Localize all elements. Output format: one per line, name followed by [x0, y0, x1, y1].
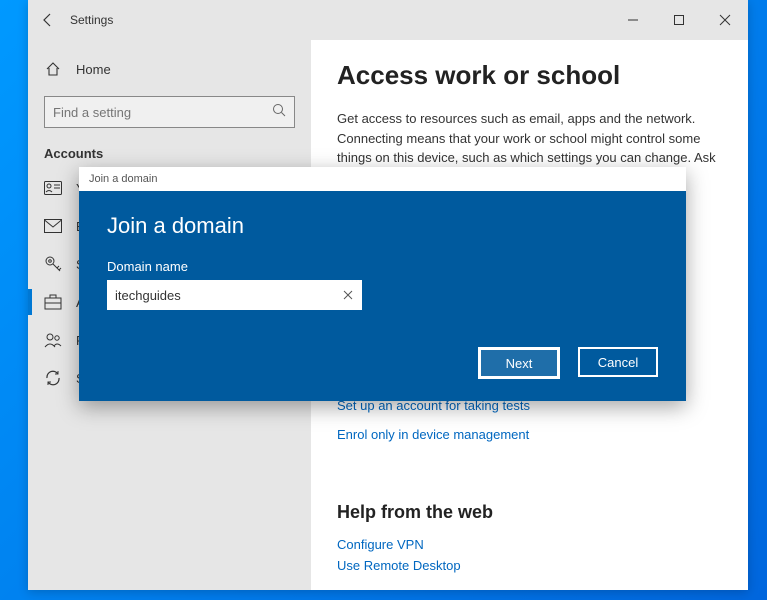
- domain-name-label: Domain name: [107, 259, 658, 274]
- search-input[interactable]: [53, 105, 272, 120]
- domain-name-input[interactable]: [115, 288, 340, 303]
- maximize-button[interactable]: [656, 0, 702, 40]
- dialog-button-row: Next Cancel: [107, 347, 658, 379]
- close-button[interactable]: [702, 0, 748, 40]
- domain-input-wrapper: [107, 280, 362, 310]
- help-heading: Help from the web: [337, 502, 722, 523]
- sync-icon: [44, 369, 62, 387]
- people-icon: [44, 331, 62, 349]
- dialog-body: Join a domain Domain name Next Cancel: [79, 191, 686, 401]
- search-icon: [272, 103, 286, 122]
- briefcase-icon: [44, 293, 62, 311]
- home-button[interactable]: Home: [28, 52, 311, 86]
- key-icon: [44, 255, 62, 273]
- clear-input-button[interactable]: [340, 287, 356, 303]
- join-domain-dialog: Join a domain Join a domain Domain name …: [79, 167, 686, 401]
- dialog-heading: Join a domain: [107, 213, 658, 239]
- minimize-button[interactable]: [610, 0, 656, 40]
- next-button[interactable]: Next: [478, 347, 560, 379]
- search-box[interactable]: [44, 96, 295, 128]
- user-card-icon: [44, 179, 62, 197]
- page-heading: Access work or school: [337, 60, 722, 91]
- cancel-button[interactable]: Cancel: [578, 347, 658, 377]
- home-label: Home: [76, 62, 111, 77]
- link-enrol-device-mgmt[interactable]: Enrol only in device management: [337, 427, 722, 442]
- dialog-titlebar: Join a domain: [79, 167, 686, 191]
- link-remote-desktop[interactable]: Use Remote Desktop: [337, 558, 722, 573]
- page-description: Get access to resources such as email, a…: [337, 109, 717, 168]
- titlebar: Settings: [28, 0, 748, 40]
- back-button[interactable]: [28, 0, 68, 40]
- home-icon: [44, 60, 62, 78]
- link-configure-vpn[interactable]: Configure VPN: [337, 537, 722, 552]
- mail-icon: [44, 217, 62, 235]
- sidebar-section-header: Accounts: [28, 142, 311, 169]
- window-controls: [610, 0, 748, 40]
- window-title: Settings: [70, 13, 113, 27]
